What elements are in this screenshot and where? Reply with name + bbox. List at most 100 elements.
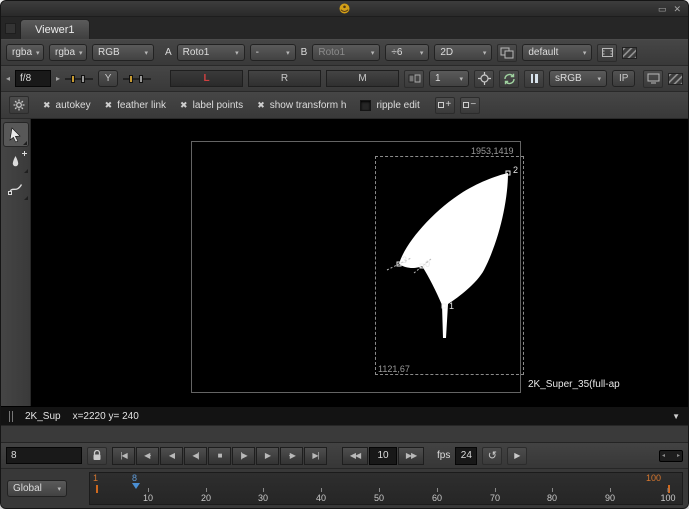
feather-link-toggle[interactable]: ✖ feather link [105,100,166,111]
step-forward-button[interactable]: |▶ [232,447,255,465]
point-label-2: 2 [513,165,518,175]
ripple-edit-checkbox[interactable] [360,100,371,111]
viewer-process-dropdown[interactable]: default ▾ [522,44,592,61]
proxy-scale-dropdown[interactable]: ÷6 ▾ [385,44,429,61]
display-channels-dropdown[interactable]: RGB ▾ [92,44,154,61]
tab-bar: Viewer1 [1,17,688,40]
input-process-toggle[interactable]: IP [612,70,635,87]
point-label-0: 0 [425,259,430,269]
prev-keyframe-icon: ◀· [144,451,151,460]
gain-slider[interactable] [65,73,93,85]
pane-close-icon[interactable]: ✕ [673,2,681,16]
roto-shape[interactable] [31,119,688,406]
remove-point-button[interactable]: − [460,97,480,114]
play-forward-button[interactable]: ▶ [256,447,279,465]
titlebar: ▭ ✕ [1,1,688,17]
stop-button[interactable]: ■ [208,447,231,465]
left-view-button[interactable]: L [170,70,243,87]
mono-view-button[interactable]: M [326,70,399,87]
label-points-toggle[interactable]: ✖ label points [180,100,243,111]
goto-start-button[interactable]: |◀ [112,447,135,465]
goto-end-button[interactable]: ▶| [304,447,327,465]
statusbar-menu-icon[interactable]: ▼ [672,412,680,421]
pane-menu-button[interactable] [5,23,16,34]
gamma-y-toggle[interactable]: Y [98,70,118,87]
chevron-down-icon: ▾ [420,49,424,57]
jump-back-button[interactable]: ◀◀ [342,447,368,465]
play-range-button[interactable]: ▶ [507,447,527,465]
tab-viewer1[interactable]: Viewer1 [20,19,90,39]
prev-keyframe-button[interactable]: ◀· [136,447,159,465]
view-mode-value: 2D [440,47,453,58]
split-compare-icon[interactable] [404,70,424,88]
ripple-edit-toggle[interactable]: ripple edit [360,100,419,111]
current-frame-label[interactable]: 8 [132,473,137,483]
gain-spin-left-icon[interactable]: ◂ [6,74,10,83]
viewer-canvas[interactable]: 0 1 2 3 1953,1419 1121,67 2K_Super_35(fu… [31,119,688,406]
b-buffer-label: B [301,47,308,58]
frame-range-dropdown[interactable]: Global ▾ [7,480,67,497]
play-range-icon: ▶ [514,451,520,460]
timeline-ruler[interactable]: 1 8 100 10 20 30 40 50 60 70 80 90 100 [89,472,683,505]
channels-b-dropdown[interactable]: rgba ▾ [49,44,87,61]
select-tool-button[interactable] [3,122,29,147]
colorspace-dropdown[interactable]: sRGB ▾ [549,70,607,87]
gain-value: f/8 [20,73,31,84]
roi-crosshair-icon[interactable] [474,70,494,88]
play-forward-icon: ▶ [265,451,270,460]
roto-toolbar: ✖ autokey ✖ feather link ✖ label points … [1,92,688,119]
x-mark-icon: ✖ [257,100,265,111]
gamma-slider[interactable] [123,73,151,85]
jump-forward-button[interactable]: ▶▶ [398,447,424,465]
pause-render-icon[interactable] [524,70,544,88]
playhead-marker[interactable] [132,483,140,489]
point-label-3: 3 [402,255,407,265]
frame-increment-input[interactable] [369,447,397,465]
submenu-corner-icon [24,196,28,200]
wipe-mode-dropdown[interactable]: - ▾ [250,44,296,61]
add-point-button[interactable]: + [435,97,455,114]
view-mode-dropdown[interactable]: 2D ▾ [434,44,492,61]
current-frame-input[interactable] [6,447,82,464]
stereo-views-icon[interactable] [497,44,517,62]
range-start-label[interactable]: 1 [93,473,98,483]
range-start-tick[interactable] [96,485,98,493]
channels-a-dropdown[interactable]: rgba ▾ [6,44,44,61]
play-backward-icon: ◀ [169,451,174,460]
a-input-dropdown[interactable]: Roto1 ▾ [177,44,245,61]
next-keyframe-button[interactable]: ·▶ [280,447,303,465]
loop-mode-button[interactable]: ↺ [482,447,502,465]
chevron-down-icon: ▾ [598,75,602,83]
roto-settings-gear-icon[interactable] [9,96,29,114]
stop-icon: ■ [218,451,222,460]
wipe-mask-icon[interactable] [622,47,637,59]
b-input-dropdown[interactable]: Roto1 ▾ [312,44,380,61]
pane-float-icon[interactable]: ▭ [658,2,667,16]
checker-background-icon[interactable] [668,73,683,85]
main-area: 0 1 2 3 1953,1419 1121,67 2K_Super_35(fu… [1,119,688,406]
pen-icon [9,155,22,169]
viewer-window: ▭ ✕ Viewer1 rgba ▾ rgba ▾ RGB ▾ A Roto1 … [0,0,689,509]
bezier-pen-tool-button[interactable] [3,149,29,174]
bbox-top-right-coordinate: 1953,1419 [471,146,514,156]
ripple-edit-label: ripple edit [376,100,419,111]
step-back-button[interactable]: ◀| [184,447,207,465]
gain-spin-right-icon[interactable]: ▸ [56,74,60,83]
next-keyframe-icon: ·▶ [288,451,295,460]
layer-dropdown[interactable]: 1 ▾ [429,70,469,87]
frame-mini-scroller[interactable]: ◂ ▸ [659,450,683,462]
curve-tool-button[interactable] [3,176,29,201]
play-backward-button[interactable]: ◀ [160,447,183,465]
autokey-toggle[interactable]: ✖ autokey [43,100,91,111]
ruler-tick-10: 10 [143,488,153,503]
show-transform-handles-toggle[interactable]: ✖ show transform h [257,100,346,111]
fps-input[interactable] [455,447,477,465]
monitor-output-icon[interactable] [643,70,663,88]
zoom-fit-icon[interactable] [597,44,617,62]
gain-field[interactable]: f/8 [15,70,51,87]
lock-range-button[interactable] [87,447,107,465]
range-end-label[interactable]: 100 [646,473,661,483]
right-view-button[interactable]: R [248,70,321,87]
a-input-value: Roto1 [183,47,210,58]
refresh-render-icon[interactable] [499,70,519,88]
